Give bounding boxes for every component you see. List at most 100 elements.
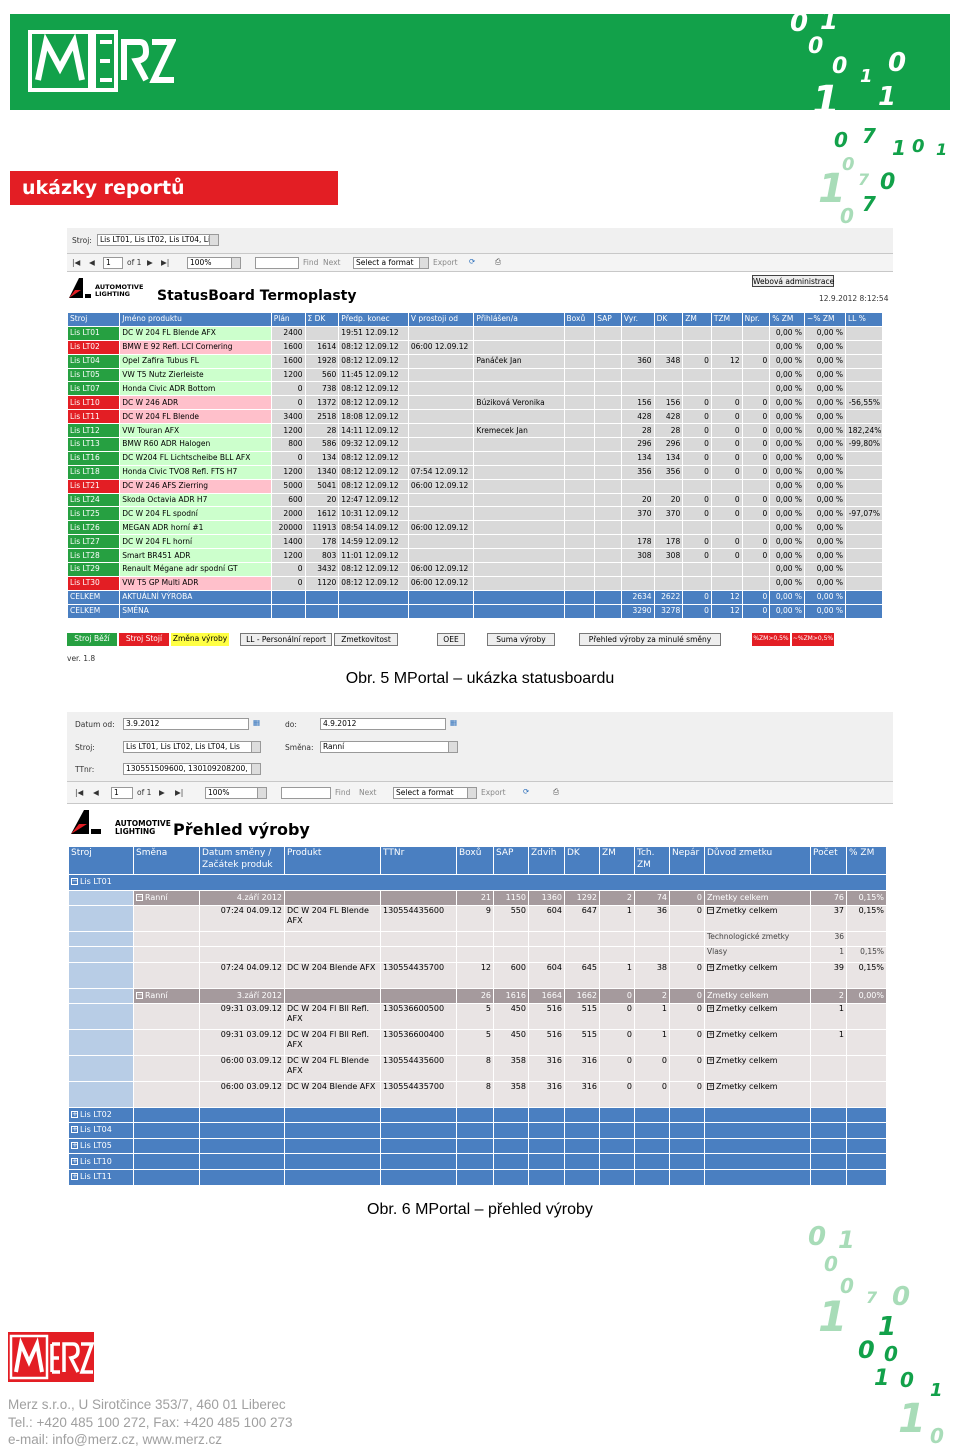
expand-toggle-icon[interactable]: − (71, 878, 78, 886)
detail-row[interactable]: 07:24 04.09.12 DC W 204 FL Blende AFX 1305… (68, 904, 887, 932)
group-row[interactable]: + Lis LT05 (68, 1137, 887, 1155)
export-link[interactable]: Export (481, 788, 506, 798)
chevron-down-icon[interactable] (251, 764, 260, 774)
page-input[interactable]: 1 (111, 787, 133, 799)
group-row[interactable]: + Lis LT02 (68, 1106, 887, 1124)
machine-select[interactable]: Lis LT01, Lis LT02, Lis LT04, Lis (123, 741, 261, 753)
group-row[interactable]: − Lis LT01 (68, 874, 887, 891)
chevron-down-icon[interactable] (251, 742, 260, 752)
first-page-icon[interactable]: |◀ (75, 788, 83, 798)
chevron-down-icon[interactable] (419, 258, 428, 268)
oee-button[interactable]: OEE (437, 633, 465, 646)
group-row[interactable]: + Lis LT10 (68, 1153, 887, 1170)
next-page-icon[interactable]: ▶ (147, 258, 153, 268)
last-page-icon[interactable]: ▶| (161, 258, 169, 268)
previous-shifts-button[interactable]: Přehled výroby za minulé směny (579, 633, 721, 646)
expand-toggle-icon[interactable]: + (707, 1056, 714, 1064)
table-row[interactable]: Lis LT13 BMW R60 ADR Halogen 800 586 09:32 1… (66, 437, 884, 452)
table-row[interactable]: Lis LT26 MEGAN ADR horní #1 20000 11913 08:5… (66, 520, 884, 536)
table-row[interactable]: Lis LT16 DC W204 FL Lichtscheibe BLL AFX 0… (66, 450, 884, 466)
detail-row[interactable]: 06:00 03.09.12 DC W 204 FL Blende AFX 1305… (68, 1054, 887, 1082)
find-input[interactable] (255, 257, 299, 269)
group-row[interactable]: + Lis LT11 (68, 1168, 887, 1186)
table-row[interactable]: Lis LT29 Renault Mégane adr spodní GT 0 343… (66, 562, 884, 577)
table-row[interactable]: Lis LT12 VW Touran AFX 1200 28 14:11 12.09.1… (66, 423, 884, 439)
next-page-icon[interactable]: ▶ (159, 788, 165, 798)
detail-row[interactable]: 09:31 03.09.12 DC W 204 Fl Bll Refl. AFX 1… (68, 1028, 887, 1056)
prev-page-icon[interactable]: ◀ (89, 258, 95, 268)
zoom-select[interactable]: 100% (187, 257, 241, 269)
prev-page-icon[interactable]: ◀ (93, 788, 99, 798)
expand-toggle-icon[interactable]: + (707, 1030, 714, 1038)
expand-toggle-icon[interactable]: + (71, 1173, 78, 1181)
ttnr-select[interactable]: 130551509600, 130109208200, (123, 763, 261, 775)
admin-button[interactable]: Webová administrace (752, 275, 834, 287)
chevron-down-icon[interactable] (209, 235, 218, 245)
find-link[interactable]: Find (335, 788, 350, 798)
chevron-down-icon[interactable] (467, 788, 476, 798)
date-to-input[interactable]: 4.9.2012 (320, 718, 446, 730)
page-input[interactable]: 1 (103, 257, 123, 269)
next-link[interactable]: Next (323, 258, 340, 268)
table-row[interactable]: Lis LT24 Skoda Octavia ADR H7 600 20 12:47 1… (66, 492, 884, 508)
group-cell[interactable]: + Lis LT04 (68, 1122, 134, 1139)
table-row[interactable]: Lis LT25 DC W 204 FL spodní 2000 1612 10:31 … (66, 506, 884, 522)
shift-select[interactable]: Ranní (320, 741, 458, 753)
expand-toggle-icon[interactable]: − (707, 906, 714, 914)
last-page-icon[interactable]: ▶| (175, 788, 183, 798)
refresh-icon[interactable]: ⟳ (523, 787, 529, 797)
expand-toggle-icon[interactable]: − (136, 991, 143, 999)
group-cell[interactable]: + Lis LT11 (68, 1168, 134, 1186)
table-row[interactable]: Lis LT11 DC W 204 FL Blende 3400 2518 18:08 … (66, 409, 884, 425)
refresh-icon[interactable]: ⟳ (469, 257, 475, 267)
export-link[interactable]: Export (433, 258, 458, 268)
chevron-down-icon[interactable] (448, 742, 457, 752)
table-row[interactable]: Lis LT27 DC W 204 FL horní 1400 178 14:59 12… (66, 534, 884, 550)
format-select[interactable]: Select a format (353, 257, 429, 269)
expand-toggle-icon[interactable]: + (707, 963, 714, 971)
table-row[interactable]: Lis LT02 BMW E 92 Refl. LCI Cornering 1600… (66, 339, 884, 355)
table-row[interactable]: Lis LT01 DC W 204 FL Blende AFX 2400 19:51 … (66, 325, 884, 341)
expand-toggle-icon[interactable]: + (71, 1157, 78, 1165)
table-row[interactable]: Lis LT21 DC W 246 AFS Zierring 5000 5041 08:… (66, 478, 884, 494)
detail-row[interactable]: 07:24 04.09.12 DC W 204 Blende AFX 1305544… (68, 961, 887, 989)
table-row[interactable]: Lis LT05 VW T5 Nutz Zierleiste 1200 560 11:4… (66, 367, 884, 383)
shift-row[interactable]: − Ranní 4.září 2012 21 1150 1360 1292 2 74 0 Zmetk… (68, 889, 887, 906)
group-cell[interactable]: + Lis LT02 (68, 1106, 134, 1124)
shift-row[interactable]: − Ranní 3.září 2012 26 1616 1664 1662 0 2 0 Zmetky… (68, 987, 887, 1004)
date-from-input[interactable]: 3.9.2012 (123, 718, 249, 730)
first-page-icon[interactable]: |◀ (72, 258, 80, 268)
calendar-icon[interactable]: ▦ (253, 718, 260, 728)
expand-toggle-icon[interactable]: + (71, 1110, 78, 1118)
table-row[interactable]: Lis LT28 Smart BR451 ADR 1200 803 11:01 12.0… (66, 548, 884, 564)
personal-report-button[interactable]: LL - Personální report (240, 633, 332, 646)
table-row[interactable]: Lis LT04 Opel Zafira Tubus FL 1600 1928 08:1… (66, 353, 884, 369)
detail-row[interactable]: 06:00 03.09.12 DC W 204 Blende AFX 1305544… (68, 1080, 887, 1108)
expand-toggle-icon[interactable]: + (707, 1004, 714, 1012)
group-cell[interactable]: − Lis LT01 (68, 874, 887, 891)
expand-toggle-icon[interactable]: − (136, 893, 143, 901)
table-row[interactable]: Lis LT18 Honda Civic TVO8 Refl. FTS H7 120… (66, 464, 884, 480)
detail-row[interactable]: 09:31 03.09.12 DC W 204 Fl Bll Refl. AFX 1… (68, 1002, 887, 1030)
machine-select[interactable]: Lis LT01, Lis LT02, Lis LT04, Lis (97, 234, 219, 246)
production-sum-button[interactable]: Suma výroby (487, 633, 555, 646)
table-row[interactable]: Lis LT10 DC W 246 ADR 0 1372 08:12 12.09.12 B… (66, 395, 884, 411)
expand-toggle-icon[interactable]: + (71, 1142, 78, 1150)
table-row[interactable]: Lis LT30 VW T5 GP Multi ADR 0 1120 08:12 12.… (66, 575, 884, 591)
format-select[interactable]: Select a format (393, 787, 477, 799)
calendar-icon[interactable]: ▦ (450, 718, 457, 728)
next-link[interactable]: Next (359, 788, 376, 798)
find-link[interactable]: Find (303, 258, 318, 268)
group-cell[interactable]: + Lis LT05 (68, 1137, 134, 1155)
group-cell[interactable]: + Lis LT10 (68, 1153, 134, 1170)
find-input[interactable] (281, 787, 331, 799)
expand-toggle-icon[interactable]: + (71, 1126, 78, 1134)
chevron-down-icon[interactable] (231, 258, 240, 268)
chevron-down-icon[interactable] (257, 788, 266, 798)
table-row[interactable]: Lis LT07 Honda Civic ADR Bottom 0 738 08:12 … (66, 381, 884, 397)
print-icon[interactable]: ⎙ (553, 787, 559, 797)
group-row[interactable]: + Lis LT04 (68, 1122, 887, 1139)
scrap-button[interactable]: Zmetkovitost (334, 633, 398, 646)
zoom-select[interactable]: 100% (205, 787, 267, 799)
expand-toggle-icon[interactable]: + (707, 1082, 714, 1090)
